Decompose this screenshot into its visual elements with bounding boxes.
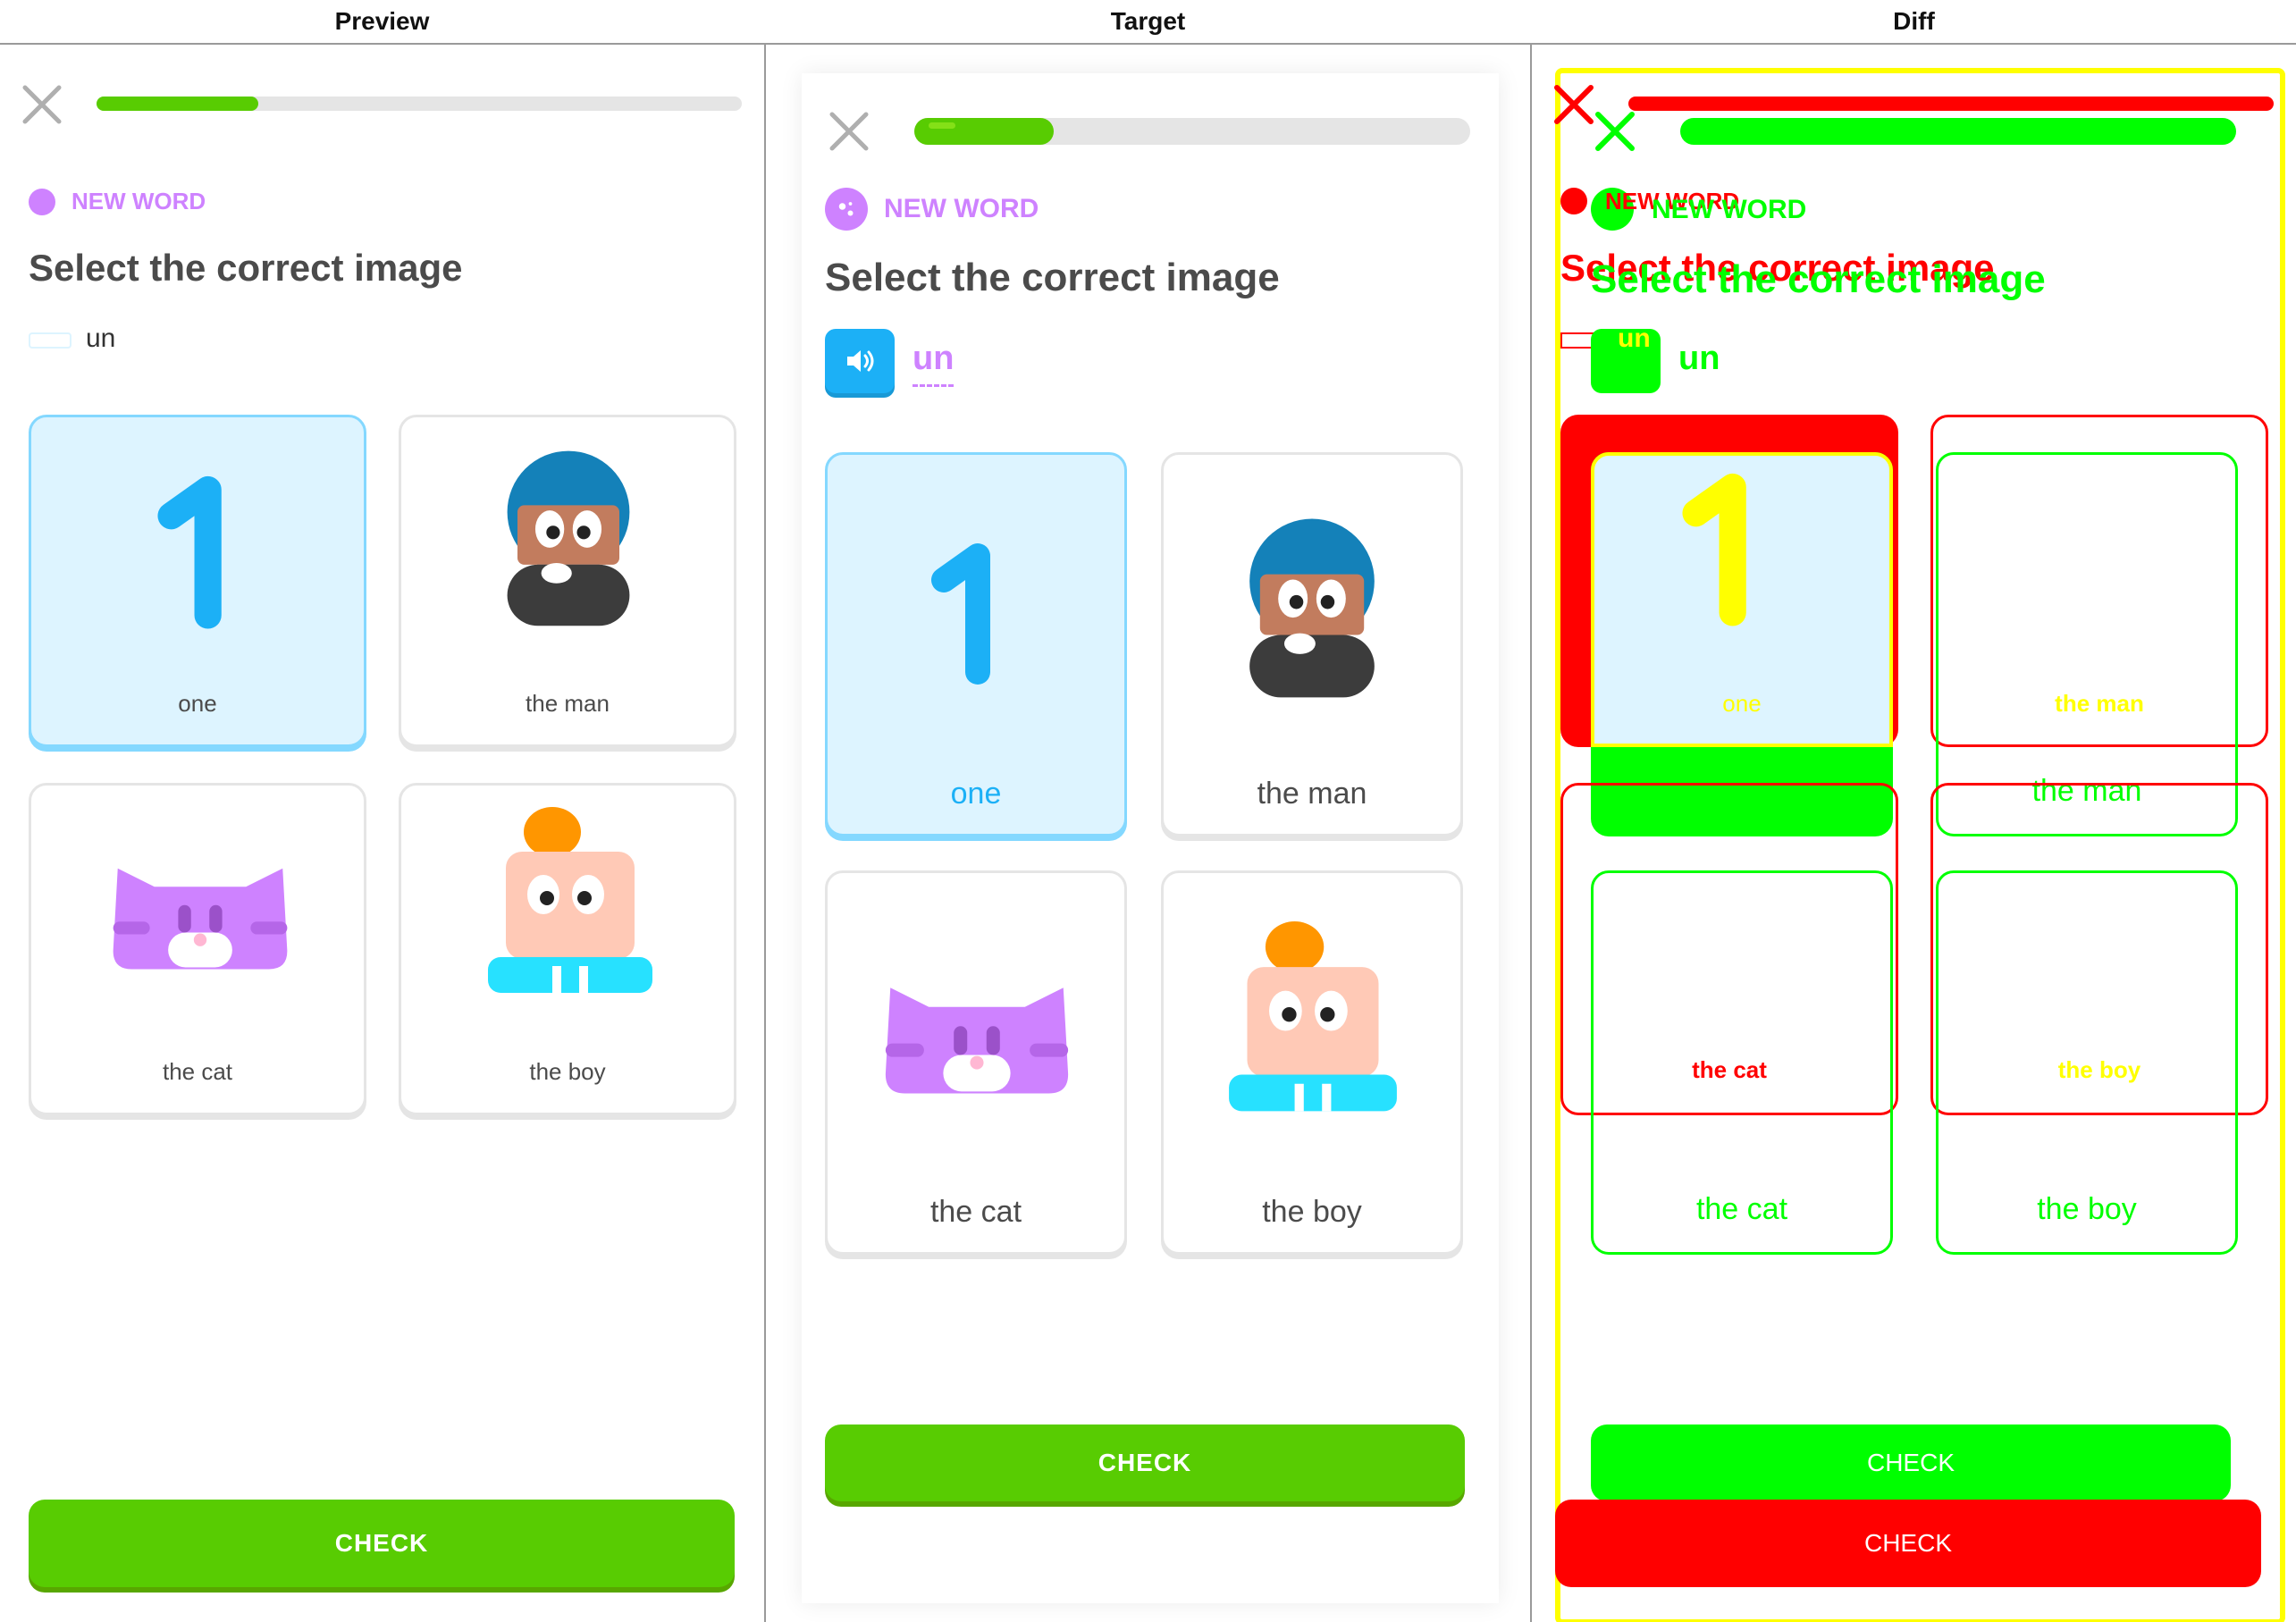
progress-bar [97, 97, 742, 111]
sparkle-icon [29, 188, 55, 215]
close-icon[interactable] [825, 107, 873, 155]
option-label: the cat [162, 1058, 233, 1085]
cat-icon [885, 987, 1069, 1094]
man-icon [1249, 518, 1375, 698]
option-card-one[interactable]: one [29, 415, 366, 747]
option-label: the man [1257, 777, 1367, 811]
diff-heading: Diff [1893, 7, 1935, 35]
diff-progress-target [1680, 118, 2236, 145]
prompt-word[interactable]: un [913, 340, 954, 378]
boy-icon [1229, 921, 1397, 1112]
page-title: Select the correct image [825, 256, 1280, 299]
option-card-man[interactable]: the man [1161, 452, 1463, 836]
option-label: the cat [1692, 1056, 1767, 1083]
boy-icon [488, 807, 652, 993]
page-title: Select the correct image [29, 247, 463, 289]
sparkle-icon [1560, 188, 1587, 214]
preview-panel: NEW WORD Select the correct image un one… [0, 46, 764, 1622]
target-heading: Target [1110, 7, 1186, 35]
close-icon [1591, 107, 1639, 155]
close-icon[interactable] [18, 80, 66, 129]
badge-label: NEW WORD [1652, 195, 1807, 224]
option-label: one [950, 777, 1002, 811]
word-underline [913, 384, 954, 387]
option-card-man[interactable]: the man [399, 415, 736, 747]
option-label: one [178, 690, 217, 717]
option-label: the man [526, 690, 610, 717]
option-label: the boy [2037, 1192, 2137, 1226]
diff-progress-preview [1628, 97, 2274, 111]
option-label: the cat [1695, 1192, 1788, 1226]
cat-icon [113, 868, 288, 970]
option-label: the boy [1262, 1195, 1362, 1229]
option-card-boy[interactable]: the boy [399, 783, 736, 1115]
option-label: the boy [529, 1058, 606, 1085]
number-one-icon [1682, 473, 1746, 626]
option-card-cat[interactable]: the cat [29, 783, 366, 1115]
badge-label: NEW WORD [884, 194, 1039, 223]
progress-fill [97, 97, 258, 111]
phone-frame: NEW WORD Select the correct image un one… [802, 73, 1499, 1603]
option-label: the cat [929, 1195, 1022, 1229]
preview-heading: Preview [334, 7, 430, 35]
progress-bar [914, 118, 1470, 145]
option-card-boy[interactable]: the boy [1161, 870, 1463, 1255]
comparison-header: Preview Target Diff [0, 0, 2296, 45]
speaker-icon[interactable] [825, 329, 895, 393]
option-card-one[interactable]: one [825, 452, 1127, 836]
prompt-word: un [1678, 340, 1720, 377]
new-word-badge: NEW WORD [825, 188, 1039, 231]
check-button: CHECK [1591, 1425, 2231, 1501]
target-panel: NEW WORD Select the correct image un one… [766, 46, 1530, 1622]
badge-label: NEW WORD [71, 188, 206, 214]
page-title: Select the correct image [1591, 257, 2046, 301]
option-label: the man [2055, 690, 2144, 717]
speaker-icon[interactable] [29, 332, 71, 349]
option-label: the boy [2057, 1056, 2141, 1083]
number-one-icon [931, 543, 990, 685]
sparkle-icon [825, 188, 868, 231]
progress-shine [929, 122, 955, 129]
check-button[interactable]: CHECK [29, 1500, 735, 1587]
option-label: one [1722, 690, 1762, 717]
man-icon [507, 450, 630, 626]
prompt-word: un [1618, 324, 1651, 353]
prompt-word: un [86, 324, 116, 353]
check-button[interactable]: CHECK [825, 1425, 1465, 1501]
new-word-badge: NEW WORD [29, 188, 206, 215]
option-card-cat[interactable]: the cat [825, 870, 1127, 1255]
diff-panel: NEW WORD NEW WORD Select the correct ima… [1532, 46, 2296, 1622]
number-one-icon [157, 475, 222, 629]
check-button: CHECK [1555, 1500, 2261, 1587]
